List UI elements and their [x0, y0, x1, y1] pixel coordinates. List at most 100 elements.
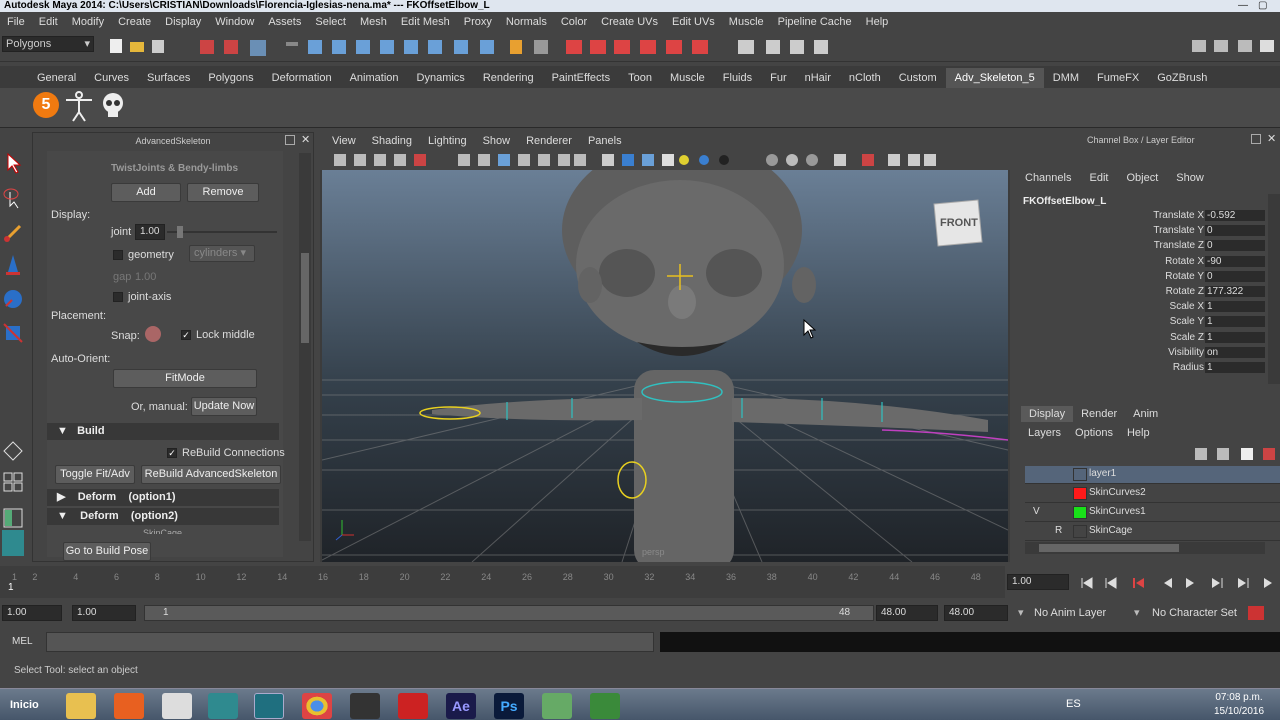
channel-value[interactable]: 1: [1205, 316, 1265, 328]
lock-middle-toggle[interactable]: ✓ Lock middle: [181, 329, 255, 341]
joint-size-slider[interactable]: [167, 226, 277, 238]
photoshop-icon[interactable]: Ps: [494, 693, 524, 719]
shelf-tab-polygons[interactable]: Polygons: [199, 68, 262, 88]
snap-icon[interactable]: [145, 326, 161, 342]
3dsmax-icon[interactable]: [208, 693, 238, 719]
range-start-field[interactable]: 1.00: [72, 605, 136, 621]
channel-value[interactable]: 1: [1205, 362, 1265, 373]
layer-tab-render[interactable]: Render: [1073, 406, 1126, 422]
anim-end-field[interactable]: 48.00: [944, 605, 1008, 621]
anim-start-field[interactable]: 1.00: [2, 605, 62, 621]
layer-menu-options[interactable]: Options: [1068, 427, 1120, 439]
move-tool-icon[interactable]: [2, 252, 24, 278]
scale-tool-icon[interactable]: [2, 320, 24, 346]
playback-controls[interactable]: [1076, 574, 1280, 592]
update-now-button[interactable]: Update Now: [191, 397, 257, 416]
auto-key-icon[interactable]: [1248, 606, 1264, 620]
shelf-tab-dynamics[interactable]: Dynamics: [408, 68, 474, 88]
build-section[interactable]: ▼ Build: [47, 423, 279, 440]
menu-file[interactable]: File: [0, 16, 32, 28]
shelf-tab-ncloth[interactable]: nCloth: [840, 68, 890, 88]
layer-color-swatch[interactable]: [1073, 468, 1087, 481]
channel-row[interactable]: Radius 1: [1015, 362, 1280, 377]
channel-value[interactable]: 1: [1205, 331, 1265, 343]
video-icon[interactable]: [350, 693, 380, 719]
viewport-toolbar[interactable]: [320, 150, 1010, 170]
deform-option1-section[interactable]: ▶ Deform (option1): [47, 489, 279, 506]
shelf-tab-rendering[interactable]: Rendering: [474, 68, 543, 88]
layout-single-icon[interactable]: [2, 438, 24, 464]
layer-visibility-toggle[interactable]: V: [1033, 506, 1047, 517]
menu-color[interactable]: Color: [554, 16, 594, 28]
layer-hscrollbar[interactable]: [1025, 542, 1265, 554]
zbrush-icon[interactable]: [162, 693, 192, 719]
menu-edit-uvs[interactable]: Edit UVs: [665, 16, 722, 28]
shelf-tab-dmm[interactable]: DMM: [1044, 68, 1088, 88]
menu-select[interactable]: Select: [308, 16, 353, 28]
as-scrollbar[interactable]: [299, 153, 311, 541]
layer-color-swatch[interactable]: [1073, 525, 1087, 538]
channel-row[interactable]: Rotate Y0: [1015, 270, 1280, 286]
app-icon[interactable]: [542, 693, 572, 719]
shelf-tab-custom[interactable]: Custom: [890, 68, 946, 88]
lock-middle-checkbox[interactable]: ✓: [181, 330, 191, 341]
chrome-icon[interactable]: [302, 693, 332, 719]
language-indicator[interactable]: ES: [1066, 698, 1081, 710]
channel-row[interactable]: Translate Y0: [1015, 225, 1280, 240]
skeleton-figure-icon[interactable]: [64, 90, 94, 122]
menu-normals[interactable]: Normals: [499, 16, 554, 28]
layout-four-icon[interactable]: [2, 470, 24, 496]
channel-scrollbar[interactable]: [1268, 194, 1280, 384]
viewport-menu-renderer[interactable]: Renderer: [518, 135, 580, 147]
shelf-tab-deformation[interactable]: Deformation: [263, 68, 341, 88]
viewport-menu-lighting[interactable]: Lighting: [420, 135, 475, 147]
explorer-icon[interactable]: [66, 693, 96, 719]
lasso-tool-icon[interactable]: [2, 186, 24, 212]
layer-tool-icons[interactable]: [1193, 446, 1279, 462]
tray-icons[interactable]: [1090, 697, 1180, 713]
rebuild-adv-button[interactable]: ReBuild AdvancedSkeleton: [141, 465, 281, 484]
menu-assets[interactable]: Assets: [261, 16, 308, 28]
view-cube[interactable]: FRONT: [930, 194, 986, 254]
shelf-tab-fumefx[interactable]: FumeFX: [1088, 68, 1148, 88]
layer-row[interactable]: R SkinCage: [1025, 523, 1280, 541]
geometry-toggle[interactable]: geometry: [113, 249, 174, 261]
channel-row[interactable]: Rotate X -90: [1015, 255, 1280, 271]
shelf-tab-curves[interactable]: Curves: [85, 68, 138, 88]
channel-value[interactable]: 1: [1205, 301, 1265, 313]
channel-menu-object[interactable]: Object: [1117, 172, 1167, 184]
shelf-tab-fur[interactable]: Fur: [761, 68, 796, 88]
layer-row[interactable]: SkinCurves2: [1025, 485, 1280, 503]
menu-proxy[interactable]: Proxy: [457, 16, 499, 28]
shelf-tab-muscle[interactable]: Muscle: [661, 68, 714, 88]
statusline-icons[interactable]: [108, 36, 878, 58]
panel-layout-icons[interactable]: [1190, 38, 1280, 58]
menu-help[interactable]: Help: [859, 16, 896, 28]
minimize-button[interactable]: —: [1238, 0, 1248, 11]
range-end-field[interactable]: 48.00: [876, 605, 938, 621]
remove-button[interactable]: Remove: [187, 183, 259, 202]
menu-display[interactable]: Display: [158, 16, 208, 28]
joint-size-field[interactable]: 1.00: [135, 224, 165, 240]
rotate-tool-icon[interactable]: [2, 286, 24, 312]
maximize-button[interactable]: ▢: [1258, 0, 1267, 11]
start-button[interactable]: Inicio: [0, 691, 42, 719]
add-button[interactable]: Add: [111, 183, 181, 202]
viewport-menu-view[interactable]: View: [324, 135, 364, 147]
channel-value[interactable]: -0.592: [1205, 210, 1265, 221]
range-slider[interactable]: 1 48: [144, 605, 874, 621]
winrar-icon[interactable]: [398, 693, 428, 719]
after-effects-icon[interactable]: Ae: [446, 693, 476, 719]
layer-color-swatch[interactable]: [1073, 506, 1087, 519]
menu-pipeline-cache[interactable]: Pipeline Cache: [771, 16, 859, 28]
channel-value[interactable]: on: [1205, 346, 1265, 358]
app-icon[interactable]: [114, 693, 144, 719]
slider-handle[interactable]: [177, 226, 183, 238]
shelf-tab-adv-skeleton-5[interactable]: Adv_Skeleton_5: [945, 68, 1044, 88]
shelf-tab-fluids[interactable]: Fluids: [714, 68, 761, 88]
mode-dropdown[interactable]: Polygons ▾: [2, 36, 94, 52]
shelf-tab-surfaces[interactable]: Surfaces: [138, 68, 199, 88]
shelf-tab-nhair[interactable]: nHair: [796, 68, 840, 88]
channel-row[interactable]: Translate X -0.592: [1015, 210, 1280, 225]
chevron-down-icon[interactable]: ▾: [1134, 606, 1140, 619]
